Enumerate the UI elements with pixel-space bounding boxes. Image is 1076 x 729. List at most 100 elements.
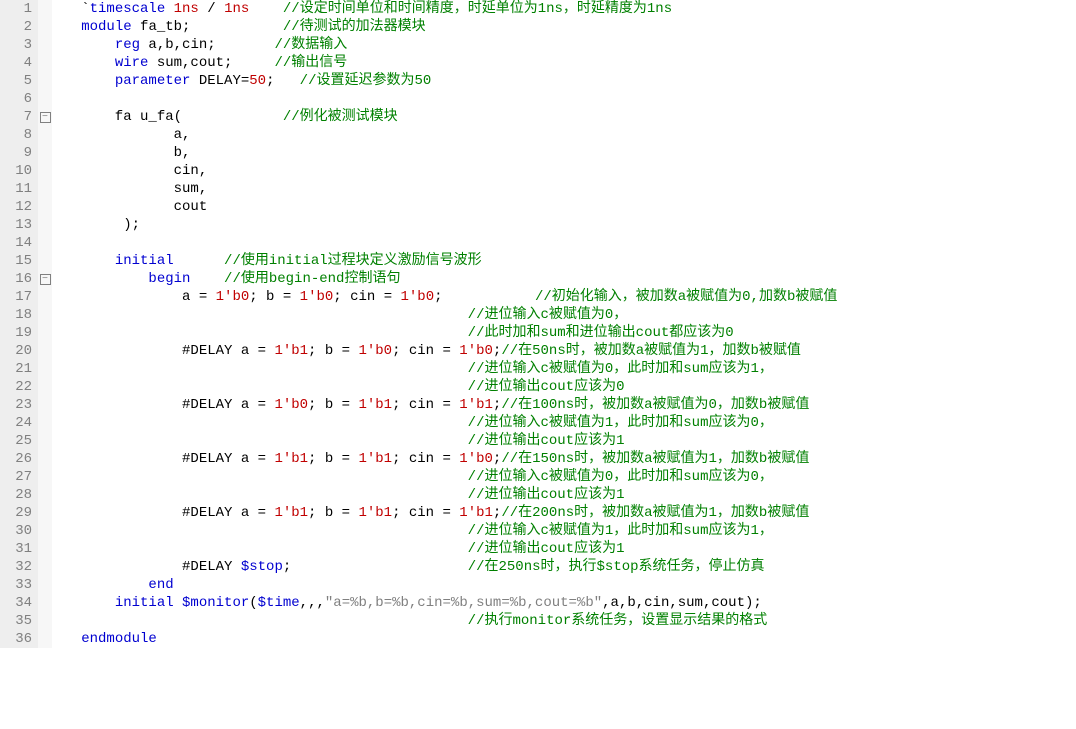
code-editor[interactable]: 1234567891011121314151617181920212223242… [0,0,1076,648]
fold-cell[interactable] [38,252,52,270]
fold-cell[interactable] [38,414,52,432]
token: //待测试的加法器模块 [283,19,426,35]
code-line[interactable]: cin, [56,162,1076,180]
token [56,37,115,53]
code-line[interactable]: //进位输入c被赋值为1，此时加和sum应该为1， [56,522,1076,540]
token: ; cin = [392,343,459,359]
code-line[interactable]: `timescale 1ns / 1ns //设定时间单位和时间精度，时延单位为… [56,0,1076,18]
fold-cell[interactable] [38,486,52,504]
fold-cell[interactable] [38,360,52,378]
fold-cell[interactable] [38,216,52,234]
code-line[interactable]: initial //使用initial过程块定义激励信号波形 [56,252,1076,270]
code-line[interactable] [56,90,1076,108]
code-line[interactable]: ); [56,216,1076,234]
code-line[interactable]: cout [56,198,1076,216]
code-line[interactable]: //执行monitor系统任务，设置显示结果的格式 [56,612,1076,630]
fold-cell[interactable] [38,324,52,342]
code-line[interactable]: begin //使用begin-end控制语句 [56,270,1076,288]
fold-cell[interactable] [38,612,52,630]
fold-cell[interactable] [38,90,52,108]
token: 1'b1 [358,451,392,467]
fold-cell[interactable] [38,144,52,162]
line-number: 13 [4,216,32,234]
code-line[interactable]: wire sum,cout; //输出信号 [56,54,1076,72]
code-line[interactable]: end [56,576,1076,594]
code-line[interactable]: //进位输出cout应该为1 [56,486,1076,504]
code-line[interactable]: #DELAY $stop; //在250ns时，执行$stop系统任务，停止仿真 [56,558,1076,576]
code-line[interactable]: //进位输入c被赋值为0，此时加和sum应该为0， [56,468,1076,486]
fold-cell[interactable] [38,162,52,180]
fold-cell[interactable] [38,72,52,90]
token [56,631,81,647]
token: //在50ns时，被加数a被赋值为1，加数b被赋值 [501,343,801,359]
line-number: 12 [4,198,32,216]
code-line[interactable]: #DELAY a = 1'b0; b = 1'b1; cin = 1'b1;//… [56,396,1076,414]
code-line[interactable]: #DELAY a = 1'b1; b = 1'b0; cin = 1'b0;//… [56,342,1076,360]
fold-cell[interactable] [38,126,52,144]
line-number: 27 [4,468,32,486]
fold-cell[interactable] [38,558,52,576]
code-line[interactable]: reg a,b,cin; //数据输入 [56,36,1076,54]
token: cout [56,199,207,215]
code-line[interactable]: //进位输出cout应该为1 [56,432,1076,450]
code-line[interactable]: //进位输入c被赋值为0，此时加和sum应该为1， [56,360,1076,378]
token: ); [56,217,140,233]
fold-column[interactable]: −− [38,0,52,648]
token [56,523,468,539]
fold-cell[interactable] [38,504,52,522]
fold-cell[interactable] [38,198,52,216]
token [56,325,468,341]
fold-cell[interactable] [38,18,52,36]
fold-toggle-icon[interactable]: − [40,274,51,285]
code-line[interactable]: a, [56,126,1076,144]
fold-cell[interactable] [38,540,52,558]
fold-cell[interactable] [38,594,52,612]
code-line[interactable] [56,234,1076,252]
token: ; b = [308,343,358,359]
code-line[interactable]: //进位输入c被赋值为1，此时加和sum应该为0， [56,414,1076,432]
fold-cell[interactable] [38,54,52,72]
code-line[interactable]: a = 1'b0; b = 1'b0; cin = 1'b0; //初始化输入，… [56,288,1076,306]
fold-cell[interactable] [38,36,52,54]
token: ,a,b,cin,sum,cout); [602,595,762,611]
code-line[interactable]: #DELAY a = 1'b1; b = 1'b1; cin = 1'b1;//… [56,504,1076,522]
fold-cell[interactable] [38,0,52,18]
fold-cell[interactable] [38,234,52,252]
code-line[interactable]: b, [56,144,1076,162]
token [56,271,148,287]
token: //在100ns时，被加数a被赋值为0，加数b被赋值 [501,397,809,413]
code-line[interactable]: sum, [56,180,1076,198]
token: ; cin = [392,397,459,413]
code-line[interactable]: //进位输入c被赋值为0， [56,306,1076,324]
code-line[interactable]: module fa_tb; //待测试的加法器模块 [56,18,1076,36]
fold-cell[interactable] [38,306,52,324]
fold-cell[interactable] [38,630,52,648]
code-line[interactable]: //进位输出cout应该为1 [56,540,1076,558]
fold-cell[interactable] [38,576,52,594]
fold-cell[interactable] [38,432,52,450]
fold-cell[interactable] [38,180,52,198]
fold-cell[interactable] [38,342,52,360]
token: timescale [90,1,174,17]
fold-cell[interactable]: − [38,108,52,126]
fold-cell[interactable] [38,468,52,486]
fold-cell[interactable]: − [38,270,52,288]
token: 1'b0 [358,343,392,359]
code-line[interactable]: //此时加和sum和进位输出cout都应该为0 [56,324,1076,342]
line-number: 5 [4,72,32,90]
fold-cell[interactable] [38,288,52,306]
code-line[interactable]: parameter DELAY=50; //设置延迟参数为50 [56,72,1076,90]
fold-cell[interactable] [38,378,52,396]
code-line[interactable]: initial $monitor($time,,,"a=%b,b=%b,cin=… [56,594,1076,612]
token: ; cin = [333,289,400,305]
fold-cell[interactable] [38,522,52,540]
code-line[interactable]: fa u_fa( //例化被测试模块 [56,108,1076,126]
code-area[interactable]: `timescale 1ns / 1ns //设定时间单位和时间精度，时延单位为… [52,0,1076,648]
fold-cell[interactable] [38,450,52,468]
code-line[interactable]: #DELAY a = 1'b1; b = 1'b1; cin = 1'b0;//… [56,450,1076,468]
code-line[interactable]: endmodule [56,630,1076,648]
line-number: 26 [4,450,32,468]
fold-toggle-icon[interactable]: − [40,112,51,123]
fold-cell[interactable] [38,396,52,414]
code-line[interactable]: //进位输出cout应该为0 [56,378,1076,396]
